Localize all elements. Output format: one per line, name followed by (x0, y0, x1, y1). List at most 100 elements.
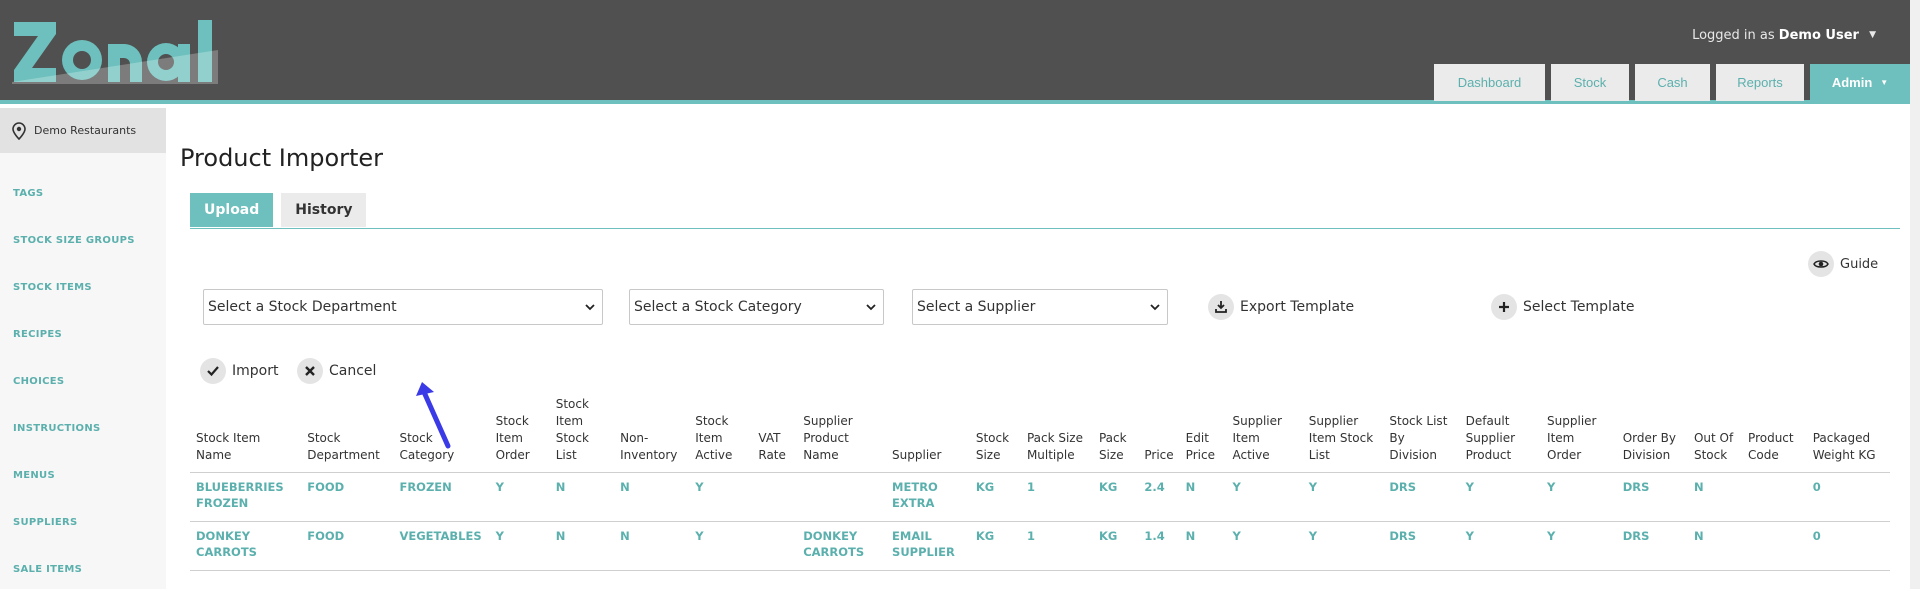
table-cell: EMAIL SUPPLIER (886, 521, 970, 571)
table-cell: N (1179, 521, 1227, 571)
import-button[interactable]: Import (200, 358, 278, 384)
guide-button[interactable]: Guide (1808, 251, 1878, 277)
nav-dashboard[interactable]: Dashboard (1434, 64, 1545, 101)
sidebar-item-tags[interactable]: TAGS (13, 188, 43, 199)
table-header-row: Stock Item Name Stock Department Stock Cat… (190, 396, 1890, 473)
sidebar-item-stock-size-groups[interactable]: STOCK SIZE GROUPS (13, 235, 135, 246)
page-scrollbar[interactable] (1910, 0, 1920, 589)
sidebar-item-sale-items[interactable]: SALE ITEMS (13, 564, 82, 575)
chevron-down-icon (866, 304, 876, 311)
select-template-label: Select Template (1523, 299, 1635, 315)
sidebar-item-suppliers[interactable]: SUPPLIERS (13, 517, 78, 528)
table-body: BLUEBERRIES FROZEN FOOD FROZEN Y N N Y METRO EX… (190, 472, 1890, 571)
column-header: Stock Size (969, 396, 1021, 473)
table-cell: DRS (1616, 521, 1688, 571)
table-cell (752, 472, 798, 522)
tab-bar: Upload History (190, 193, 367, 227)
table-row[interactable]: BLUEBERRIES FROZEN FOOD FROZEN Y N N Y METRO EX… (190, 472, 1890, 522)
tab-history[interactable]: History (281, 193, 367, 227)
table-cell: Y (1541, 521, 1617, 571)
table-cell: Y (1541, 472, 1617, 522)
select-template-button[interactable]: Select Template (1491, 294, 1635, 320)
column-header: Price (1138, 396, 1180, 473)
table-cell: Y (689, 521, 753, 571)
column-header: Non-Inventory (614, 396, 690, 473)
plus-icon (1491, 294, 1517, 320)
nav-admin-label: Admin (1831, 75, 1873, 90)
sidebar-item-instructions[interactable]: INSTRUCTIONS (13, 423, 101, 434)
sidebar-item-stock-items[interactable]: STOCK ITEMS (13, 282, 92, 293)
table-cell: 1 (1020, 472, 1093, 522)
table-cell: Y (689, 472, 753, 522)
column-header: VAT Rate (752, 396, 798, 473)
column-header: Default Supplier Product (1459, 396, 1542, 473)
table-cell: N (1179, 472, 1227, 522)
column-header: Pack Size Multiple (1020, 396, 1093, 473)
table-cell: DRS (1616, 472, 1688, 522)
column-header: Pack Size (1092, 396, 1139, 473)
column-header: Edit Price (1179, 396, 1227, 473)
table-cell: VEGETABLES (393, 521, 490, 571)
export-template-button[interactable]: Export Template (1208, 294, 1354, 320)
site-selector[interactable]: Demo Restaurants (0, 108, 166, 153)
table-cell: 1.4 (1138, 521, 1180, 571)
column-header: Packaged Weight KG (1806, 396, 1890, 473)
table-cell: KG (1092, 521, 1139, 571)
table-cell: N (614, 521, 690, 571)
sidebar-item-recipes[interactable]: RECIPES (13, 329, 62, 340)
table-cell: KG (969, 521, 1021, 571)
nav-cash[interactable]: Cash (1635, 64, 1710, 101)
nav-reports[interactable]: Reports (1716, 64, 1804, 101)
column-header: Stock Item Order (489, 396, 550, 473)
nav-admin[interactable]: Admin ▼ (1810, 64, 1910, 101)
table-cell: Y (1459, 472, 1542, 522)
sidebar-item-menus[interactable]: MENUS (13, 470, 55, 481)
column-header: Supplier Item Stock List (1302, 396, 1384, 473)
table-cell: Y (1302, 472, 1384, 522)
import-label: Import (232, 363, 279, 379)
cancel-button[interactable]: Cancel (297, 358, 376, 384)
column-header: Supplier Product Name (797, 396, 887, 473)
site-name: Demo Restaurants (34, 124, 137, 137)
zonal-logo[interactable] (12, 20, 218, 84)
guide-label: Guide (1840, 256, 1879, 272)
table-cell: FOOD (301, 521, 394, 571)
stock-category-value: Select a Stock Category (634, 299, 802, 315)
table-row[interactable]: DONKEY CARROTS FOOD VEGETABLES Y N N Y DONKEY C… (190, 521, 1890, 571)
supplier-value: Select a Supplier (917, 299, 1036, 315)
login-prefix: Logged in as (1692, 28, 1775, 43)
column-header: Product Code (1742, 396, 1807, 473)
page-title: Product Importer (180, 144, 384, 172)
supplier-select[interactable]: Select a Supplier (912, 289, 1168, 325)
table-cell: N (1687, 472, 1743, 522)
column-header: Out Of Stock (1687, 396, 1743, 473)
table-cell: 0 (1806, 472, 1890, 522)
check-icon (200, 358, 226, 384)
table-cell: 0 (1806, 521, 1890, 571)
table-cell: DONKEY CARROTS (190, 521, 302, 571)
table-cell: N (1687, 521, 1743, 571)
stock-category-select[interactable]: Select a Stock Category (629, 289, 884, 325)
column-header: Stock Item Name (190, 396, 302, 473)
column-header: Supplier (886, 396, 970, 473)
column-header: Stock Department (301, 396, 394, 473)
sidebar-item-choices[interactable]: CHOICES (13, 376, 64, 387)
login-status[interactable]: Logged in as Demo User ▼ (1692, 28, 1876, 43)
column-header: Order By Division (1616, 396, 1688, 473)
nav-stock[interactable]: Stock (1551, 64, 1629, 101)
main-nav: Dashboard Stock Cash Reports Admin ▼ (1434, 64, 1910, 101)
table-cell: DONKEY CARROTS (797, 521, 887, 571)
tab-upload[interactable]: Upload (190, 193, 274, 227)
main-content: Product Importer Upload History Guide Se… (166, 108, 1910, 589)
table-cell: DRS (1383, 472, 1460, 522)
eye-icon (1808, 251, 1834, 277)
column-header: Stock List By Division (1383, 396, 1460, 473)
column-header: Stock Category (393, 396, 490, 473)
map-pin-icon (12, 121, 26, 140)
table-cell: DRS (1383, 521, 1460, 571)
stock-department-select[interactable]: Select a Stock Department (203, 289, 603, 325)
cancel-label: Cancel (329, 363, 377, 379)
table-cell: FOOD (301, 472, 394, 522)
download-icon (1208, 294, 1234, 320)
table-cell: FROZEN (393, 472, 490, 522)
